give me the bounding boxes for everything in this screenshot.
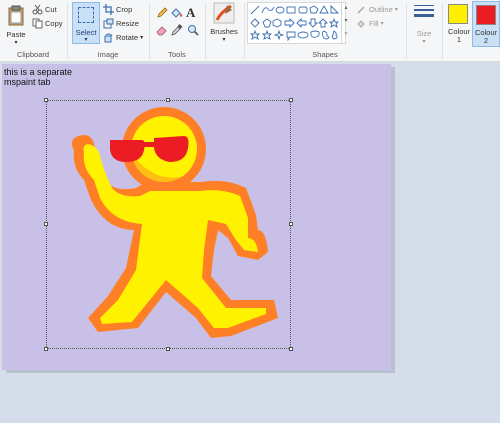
ribbon: Paste ▾ Cut Copy Clipboard Image Select … <box>0 0 500 62</box>
tools-group-label: Tools <box>168 50 186 59</box>
paste-label: Paste <box>6 30 26 39</box>
clipboard-group: Paste ▾ Cut Copy Clipboard <box>0 0 66 62</box>
brushes-dropdown-caret[interactable]: ▾ <box>207 36 241 43</box>
outline-icon <box>356 4 367 15</box>
rotate-icon <box>103 32 114 43</box>
scissors-icon <box>32 4 43 15</box>
fill-dropdown-caret[interactable]: ▾ <box>381 20 384 27</box>
eraser-tool[interactable] <box>156 24 168 38</box>
outline-button[interactable]: Outline ▾ <box>356 4 398 15</box>
select-icon <box>78 7 94 23</box>
outline-label: Outline <box>369 5 393 14</box>
rotate-dropdown-caret[interactable]: ▾ <box>140 34 143 41</box>
magnifier-tool[interactable] <box>187 24 199 38</box>
crop-label: Crop <box>116 5 133 14</box>
paint-bucket-icon <box>171 8 182 18</box>
shapes-group-label: Shapes <box>312 50 338 59</box>
selection-handle[interactable] <box>166 98 170 102</box>
divider <box>442 3 443 59</box>
rotate-button[interactable]: Rotate ▾ <box>103 32 143 43</box>
shapes-gallery[interactable] <box>247 2 346 44</box>
selection-handle[interactable] <box>44 222 48 226</box>
colour2-swatch <box>476 5 496 25</box>
paste-dropdown-caret[interactable]: ▾ <box>2 39 30 46</box>
select-button[interactable]: Select ▾ <box>72 2 100 44</box>
resize-label: Resize <box>116 19 139 28</box>
canvas-text-line1: this is a separate <box>4 67 73 77</box>
colour1-button[interactable]: Colour 1 <box>445 1 473 47</box>
brush-icon <box>213 2 235 24</box>
crop-icon <box>103 4 114 15</box>
colour1-label: Colour 1 <box>447 27 471 44</box>
paste-button[interactable]: Paste ▾ <box>2 3 30 47</box>
image-group-label: Image <box>97 50 119 59</box>
canvas-text-note: this is a separate mspaint tab <box>4 67 72 87</box>
selection-handle[interactable] <box>289 222 293 226</box>
paste-icon <box>8 5 24 26</box>
shapes-gallery-icons <box>249 4 340 42</box>
pencil-tool[interactable] <box>156 7 168 21</box>
magnifier-icon <box>188 25 199 36</box>
resize-icon <box>103 18 114 29</box>
resize-button[interactable]: Resize <box>103 18 139 29</box>
canvas-workspace: this is a separate mspaint tab <box>0 62 500 423</box>
pencil-icon <box>157 7 168 18</box>
fill-tool[interactable] <box>170 7 184 21</box>
colour2-label: Colour 2 <box>474 28 498 45</box>
copy-label: Copy <box>45 19 63 28</box>
brushes-label: Brushes <box>210 27 238 36</box>
cut-button[interactable]: Cut <box>32 4 57 15</box>
fill-label: Fill <box>369 19 379 28</box>
divider <box>406 3 407 59</box>
color-picker-tool[interactable] <box>171 24 183 38</box>
size-button[interactable]: Size ▾ <box>408 2 440 48</box>
selection-handle[interactable] <box>166 347 170 351</box>
copy-icon <box>32 18 43 29</box>
eyedropper-icon <box>171 24 183 36</box>
selection-handle[interactable] <box>289 347 293 351</box>
text-tool[interactable]: A <box>186 5 195 21</box>
drawing-canvas[interactable]: this is a separate mspaint tab <box>2 64 391 370</box>
fill-button[interactable]: Fill ▾ <box>356 18 384 29</box>
selection-handle[interactable] <box>289 98 293 102</box>
shapes-gallery-scroll[interactable]: ▴ ▾ ▿ <box>341 2 350 44</box>
select-dropdown-caret[interactable]: ▾ <box>73 36 99 43</box>
colour2-button[interactable]: Colour 2 <box>472 1 500 47</box>
selection-rectangle[interactable] <box>46 100 291 349</box>
copy-button[interactable]: Copy <box>32 18 63 29</box>
clipboard-group-label: Clipboard <box>16 50 50 59</box>
selection-handle[interactable] <box>44 347 48 351</box>
size-label: Size <box>416 29 432 38</box>
canvas-text-line2: mspaint tab <box>4 77 51 87</box>
outline-dropdown-caret[interactable]: ▾ <box>395 6 398 13</box>
size-dropdown-caret[interactable]: ▾ <box>408 38 440 45</box>
selection-handle[interactable] <box>44 98 48 102</box>
eraser-icon <box>156 26 167 36</box>
crop-button[interactable]: Crop <box>103 4 132 15</box>
brushes-button[interactable]: Brushes ▾ <box>207 2 241 48</box>
cut-label: Cut <box>45 5 57 14</box>
line-size-icon <box>414 5 434 17</box>
colour1-swatch <box>448 4 468 24</box>
rotate-label: Rotate <box>116 33 139 42</box>
fill-icon <box>356 18 367 29</box>
divider <box>205 3 206 59</box>
